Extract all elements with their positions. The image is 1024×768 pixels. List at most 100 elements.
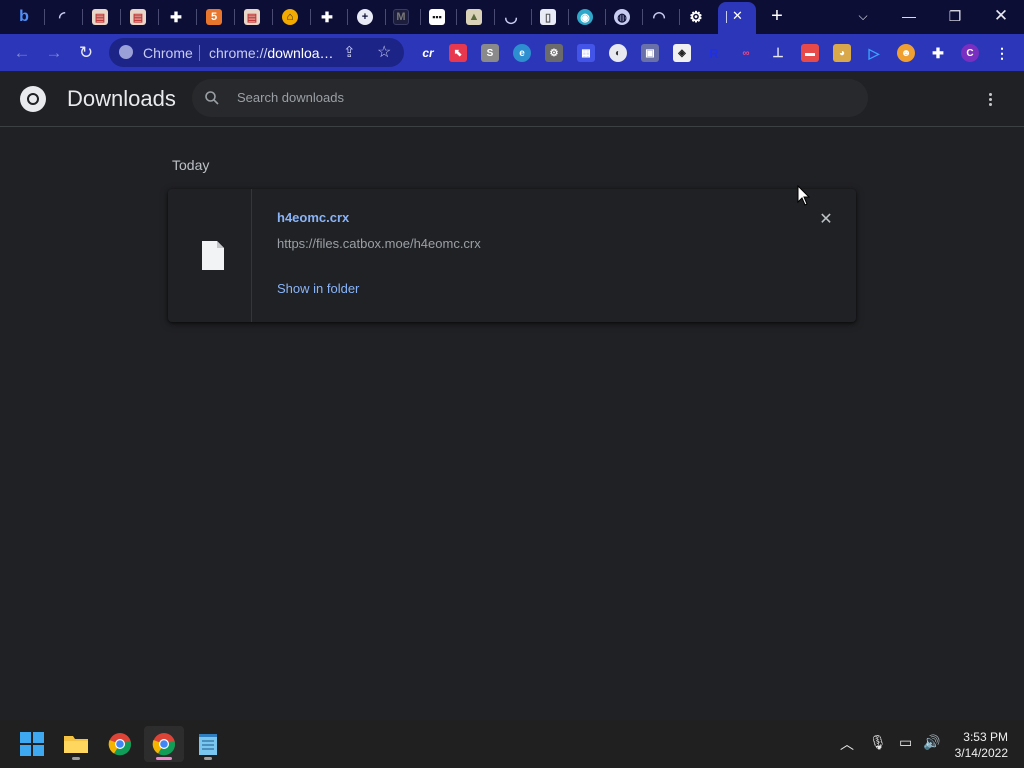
reload-icon: ↻ — [78, 43, 94, 62]
tab-search-button[interactable]: ⌵ — [840, 0, 886, 32]
tab-loading[interactable]: ◜ — [47, 4, 77, 30]
close-icon: ✕ — [819, 211, 833, 228]
volume-icon[interactable]: 🔊 — [923, 734, 940, 751]
ext-card-icon[interactable]: ▬ — [801, 44, 819, 62]
chrome-menu-icon[interactable]: ⋮ — [993, 44, 1011, 62]
tab-cyan[interactable]: ◉ — [570, 4, 600, 30]
start-button[interactable] — [12, 726, 52, 762]
ext-circle-icon[interactable]: ◐ — [609, 44, 627, 62]
taskbar-chrome[interactable] — [100, 726, 140, 762]
remove-download-button[interactable]: ✕ — [816, 209, 836, 229]
tab-divider — [679, 9, 680, 25]
grid-icon: ▪▪▪ — [429, 9, 445, 25]
ext-cr-icon[interactable]: cr — [419, 44, 437, 62]
tab-loading-3[interactable]: ◠ — [644, 4, 674, 30]
search-downloads-field[interactable]: Search downloads — [192, 79, 868, 117]
gear-icon: ⚙ — [689, 9, 703, 26]
tab-dark[interactable]: M — [386, 4, 416, 30]
windows-logo-icon — [20, 732, 44, 756]
html-icon: 5 — [206, 9, 222, 25]
tab-extensions[interactable]: ✚ — [161, 4, 191, 30]
tab-strip: b ◜ ▤ ▤ ✚ 5 ▤ ⌂ ✚ + M ▪▪▪ ▲ ◡ ▯ ◉ ◍ ◠ ⚙ … — [0, 0, 1024, 34]
taskbar-notepad[interactable] — [188, 726, 228, 762]
microphone-icon[interactable]: 🎙 — [869, 734, 887, 751]
arrow-left-icon: ← — [13, 43, 31, 62]
tab-divider — [82, 9, 83, 25]
ext-gray-icon[interactable]: ⚙ — [545, 44, 563, 62]
chrome-site-icon — [119, 45, 133, 59]
taskbar-chrome-active[interactable] — [144, 726, 184, 762]
url-text: chrome://downloa… — [209, 45, 334, 61]
file-name-link[interactable]: h4eomc.crx — [277, 210, 349, 225]
browser-toolbar: ← → ↻ Chrome chrome://downloa… ⇪ ☆ cr ⬉ … — [0, 34, 1024, 71]
tab-grid[interactable]: ▪▪▪ — [422, 4, 452, 30]
restore-icon: ❐ — [948, 7, 962, 24]
ext-white-icon[interactable]: ◈ — [673, 44, 691, 62]
ext-link-icon[interactable]: ∞ — [737, 44, 755, 62]
tab-html[interactable]: 5 — [199, 4, 229, 30]
ext-edge-icon[interactable]: e — [513, 44, 531, 62]
tab-bing[interactable]: b — [9, 4, 39, 30]
ext-s-icon[interactable]: S — [481, 44, 499, 62]
active-tab-downloads[interactable]: ✕ — [718, 2, 756, 34]
tab-globe[interactable]: ◍ — [607, 4, 637, 30]
tab-store-1[interactable]: ▤ — [85, 4, 115, 30]
tab-divider — [642, 9, 643, 25]
bookmark-star-icon[interactable]: ☆ — [377, 42, 391, 62]
tab-divider — [158, 9, 159, 25]
more-actions-icon[interactable] — [976, 85, 1004, 113]
tab-doc[interactable]: ▯ — [533, 4, 563, 30]
minimize-button[interactable]: — — [886, 0, 932, 32]
file-source-url[interactable]: https://files.catbox.moe/h4eomc.crx — [277, 236, 481, 251]
new-tab-button[interactable]: + — [766, 5, 788, 27]
reload-button[interactable]: ↻ — [72, 39, 100, 67]
ext-stamp-icon[interactable]: ⊥ — [769, 44, 787, 62]
home-icon: ⌂ — [282, 9, 298, 25]
ext-red-icon[interactable]: ⬉ — [449, 44, 467, 62]
tab-divider — [456, 9, 457, 25]
search-icon — [205, 91, 219, 105]
tab-divider — [44, 9, 45, 25]
ext-face-icon[interactable]: ☻ — [897, 44, 915, 62]
tab-home[interactable]: ⌂ — [275, 4, 305, 30]
network-icon[interactable]: ▭ — [899, 734, 912, 751]
ext-r-icon[interactable]: R — [705, 44, 723, 62]
search-input[interactable]: Search downloads — [237, 90, 344, 105]
profile-avatar[interactable]: C — [961, 44, 979, 62]
back-button[interactable]: ← — [8, 39, 36, 67]
tab-settings[interactable]: ⚙ — [681, 4, 711, 30]
file-icon — [202, 241, 224, 270]
taskbar-file-explorer[interactable] — [56, 726, 96, 762]
address-bar[interactable]: Chrome chrome://downloa… ⇪ ☆ — [109, 38, 404, 67]
ext-image-icon[interactable]: ▣ — [641, 44, 659, 62]
ext-blue-grid-icon[interactable]: ▦ — [577, 44, 595, 62]
system-clock[interactable]: 3:53 PM 3/14/2022 — [950, 729, 1008, 761]
show-in-folder-link[interactable]: Show in folder — [277, 281, 359, 296]
windows-taskbar: ︿ 🎙 ▭ 🔊 3:53 PM 3/14/2022 — [0, 720, 1024, 768]
restore-button[interactable]: ❐ — [932, 0, 978, 32]
site-icon: ◉ — [577, 9, 593, 25]
forward-button[interactable]: → — [40, 39, 68, 67]
tab-store-2[interactable]: ▤ — [123, 4, 153, 30]
tab-plus-circle[interactable]: + — [350, 4, 380, 30]
tab-store-3[interactable]: ▤ — [237, 4, 267, 30]
tab-divider — [120, 9, 121, 25]
close-icon: ✕ — [993, 6, 1009, 25]
chrome-icon — [108, 733, 132, 756]
minimize-icon: — — [902, 8, 916, 24]
url-scheme: chrome:// — [209, 45, 268, 61]
extensions-puzzle-icon[interactable]: ✚ — [929, 44, 947, 62]
tab-image[interactable]: ▲ — [459, 4, 489, 30]
tab-close-icon[interactable]: ✕ — [732, 8, 743, 24]
tab-divider — [568, 9, 569, 25]
ext-dog-icon[interactable]: ◕ — [833, 44, 851, 62]
share-icon[interactable]: ⇪ — [343, 43, 356, 61]
close-window-button[interactable]: ✕ — [978, 0, 1024, 32]
page-title: Downloads — [67, 86, 176, 111]
ext-play-icon[interactable]: ▷ — [865, 44, 883, 62]
tab-extensions-2[interactable]: ✚ — [312, 4, 342, 30]
mouse-cursor-icon — [797, 185, 811, 206]
tab-divider — [420, 9, 421, 25]
show-hidden-icons-button[interactable]: ︿ — [840, 734, 854, 754]
tab-loading-2[interactable]: ◡ — [496, 4, 526, 30]
